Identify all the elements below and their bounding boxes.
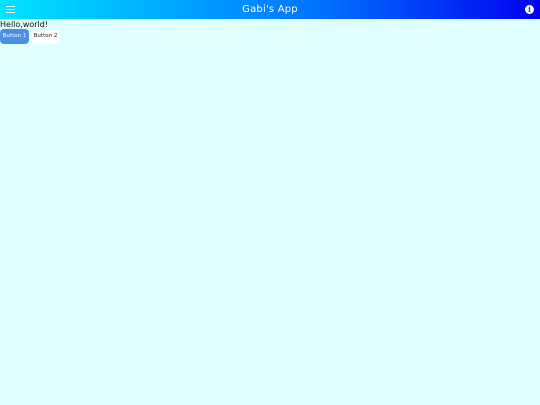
hamburger-menu-icon[interactable] — [4, 3, 17, 16]
app-title: Gabi's App — [242, 4, 298, 15]
info-icon[interactable]: i — [525, 5, 534, 14]
menu-bar-line — [6, 11, 15, 14]
menu-bar-line — [6, 8, 15, 11]
button-row: Button 1 Button 2 — [0, 29, 60, 44]
button-2[interactable]: Button 2 — [31, 29, 60, 44]
greeting-text: Hello,world! — [0, 20, 49, 29]
button-1[interactable]: Button 1 — [0, 29, 29, 44]
app-bar: Gabi's App i — [0, 0, 540, 19]
menu-bar-line — [6, 5, 15, 8]
